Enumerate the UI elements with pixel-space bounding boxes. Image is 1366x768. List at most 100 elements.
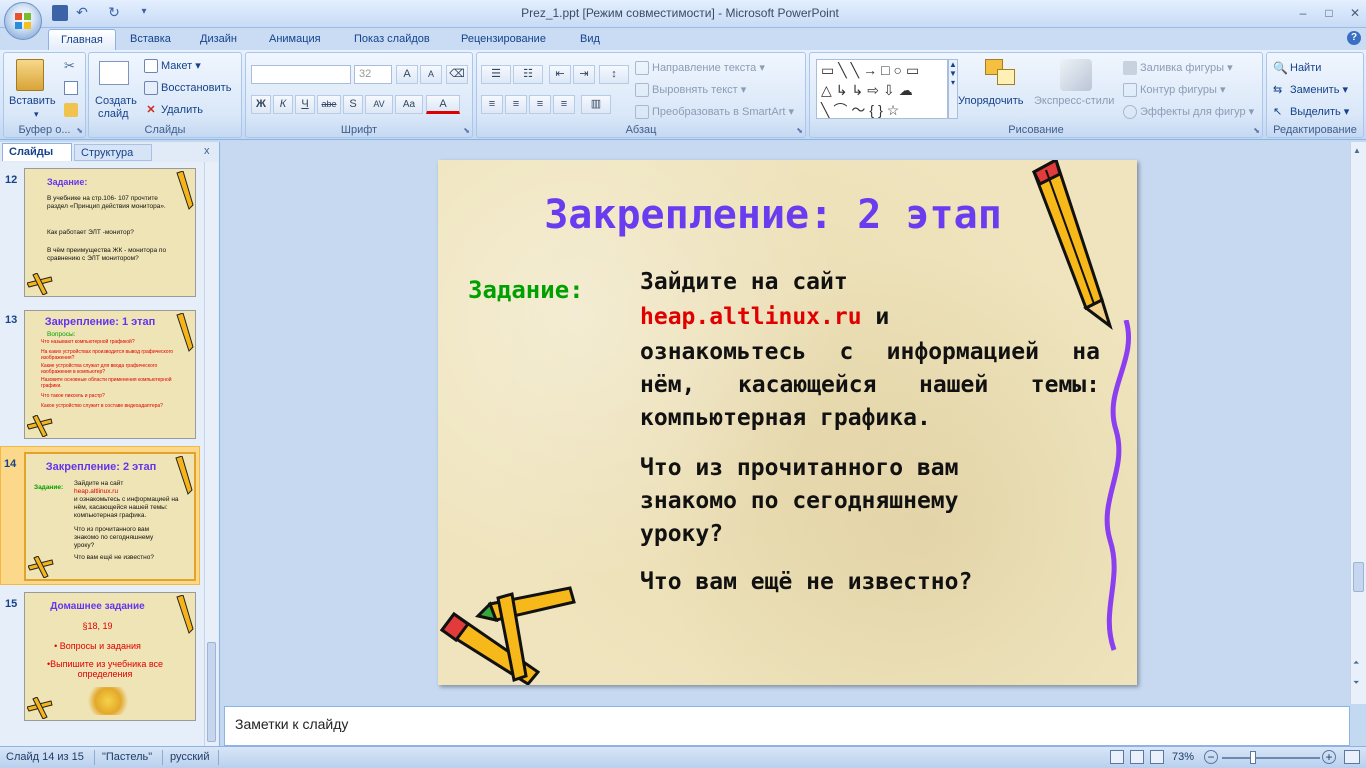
italic-button[interactable]: К — [273, 95, 293, 114]
zoom-level[interactable]: 73% — [1172, 751, 1194, 763]
office-button[interactable] — [4, 2, 42, 40]
justify-icon[interactable]: ≡ — [553, 95, 575, 114]
theme-name[interactable]: "Пастель" — [102, 751, 152, 763]
site-link[interactable]: heap.altlinux.ru — [640, 304, 862, 330]
tab-slideshow[interactable]: Показ слайдов — [342, 29, 442, 50]
zoom-out-icon[interactable]: − — [1204, 750, 1218, 764]
tab-animation[interactable]: Анимация — [257, 29, 333, 50]
task-label[interactable]: Задание: — [468, 276, 584, 304]
save-icon[interactable] — [52, 5, 68, 21]
cut-icon[interactable]: ✂ — [64, 59, 78, 73]
font-size-field[interactable]: 32 — [354, 65, 392, 84]
tab-review[interactable]: Рецензирование — [449, 29, 558, 50]
customize-qat-icon[interactable]: ▾ — [136, 5, 152, 21]
notes-pane[interactable]: Заметки к слайду — [224, 706, 1350, 746]
tab-outline[interactable]: Структура — [74, 144, 152, 161]
arrange-button[interactable]: Упорядочить — [958, 95, 1023, 107]
font-color-button[interactable]: A — [426, 95, 460, 114]
bold-button[interactable]: Ж — [251, 95, 271, 114]
body-line-3[interactable]: ознакомьтесь с информацией на нём, касаю… — [640, 336, 1100, 435]
slide-thumbnail-15[interactable]: Домашнее задание §18, 19 • Вопросы и зад… — [24, 592, 196, 721]
new-slide-button[interactable]: Создать — [95, 95, 137, 107]
slide-thumbnail-14[interactable]: Закрепление: 2 этап Задание: Зайдите на … — [24, 452, 196, 581]
dialog-launcher-icon[interactable]: ⬊ — [796, 126, 803, 135]
slide[interactable]: Закрепление: 2 этап Задание: Зайдите на … — [438, 160, 1137, 685]
format-painter-icon[interactable] — [64, 103, 78, 117]
shape-fill-button[interactable]: Заливка фигуры — [1140, 62, 1224, 74]
decrease-indent-icon[interactable]: ⇤ — [549, 65, 571, 84]
align-right-icon[interactable]: ≡ — [529, 95, 551, 114]
smartart-button[interactable]: Преобразовать в SmartArt — [652, 106, 785, 118]
normal-view-icon[interactable] — [1110, 750, 1124, 764]
numbering-icon[interactable]: ☷ — [513, 65, 543, 84]
shrink-font-button[interactable]: A — [420, 65, 442, 84]
paste-icon[interactable] — [16, 59, 44, 91]
pane-close-button[interactable]: x — [204, 145, 210, 157]
reset-button[interactable]: Восстановить — [161, 82, 231, 94]
layout-button[interactable]: Макет — [161, 60, 192, 72]
language[interactable]: русский — [170, 751, 209, 763]
slide-scrollbar[interactable]: ▲ ⏶ ⏷ — [1350, 142, 1366, 704]
align-text-button[interactable]: Выровнять текст — [652, 84, 738, 96]
next-slide-icon[interactable]: ⏷ — [1353, 678, 1359, 688]
paste-dropdown-icon[interactable]: ▾ — [34, 109, 39, 120]
grow-font-button[interactable]: A — [396, 65, 418, 84]
minimize-button[interactable]: – — [1290, 4, 1316, 22]
fit-slide-icon[interactable] — [1344, 750, 1360, 764]
change-case-button[interactable]: Aa — [395, 95, 423, 114]
slide-thumbnail-12[interactable]: Задание: В учебнике на стр.106- 107 проч… — [24, 168, 196, 297]
slide-title[interactable]: Закрепление: 2 этап — [438, 192, 1108, 238]
strikethrough-button[interactable]: abe — [317, 95, 341, 114]
tab-slides[interactable]: Слайды — [2, 143, 72, 161]
delete-button[interactable]: Удалить — [161, 104, 203, 116]
shape-outline-button[interactable]: Контур фигуры — [1140, 84, 1217, 96]
quick-styles-button[interactable]: Экспресс-стили — [1034, 95, 1114, 107]
line-spacing-icon[interactable]: ↕ — [599, 65, 629, 84]
shape-effects-button[interactable]: Эффекты для фигур — [1140, 106, 1246, 118]
find-button[interactable]: Найти — [1290, 62, 1321, 74]
tab-insert[interactable]: Вставка — [118, 29, 183, 50]
shadow-button[interactable]: S — [343, 95, 363, 114]
scroll-thumb[interactable] — [1353, 562, 1364, 592]
clear-format-icon[interactable]: ⌫ — [446, 65, 468, 84]
font-name-field[interactable] — [251, 65, 351, 84]
shapes-scroll[interactable]: ▲ ▼ ▾ — [948, 59, 958, 119]
dialog-launcher-icon[interactable]: ⬊ — [463, 126, 470, 135]
text-direction-button[interactable]: Направление текста — [652, 62, 756, 74]
scroll-thumb[interactable] — [207, 642, 216, 742]
slide-sorter-icon[interactable] — [1130, 750, 1144, 764]
arrange-icon[interactable] — [985, 59, 1019, 89]
help-icon[interactable]: ? — [1347, 31, 1361, 45]
shapes-gallery[interactable]: ▭╲╲→□○▭ △↳↳⇨⇩☁ ╲⌒〜{}☆ — [816, 59, 948, 119]
maximize-button[interactable]: □ — [1316, 4, 1342, 22]
scroll-up-icon[interactable]: ▲ — [1353, 146, 1361, 155]
align-left-icon[interactable]: ≡ — [481, 95, 503, 114]
redo-icon[interactable]: ↻ — [106, 5, 122, 21]
dialog-launcher-icon[interactable]: ⬊ — [76, 126, 83, 135]
question-2[interactable]: Что вам ещё не известно? — [640, 566, 1100, 599]
zoom-slider-thumb[interactable] — [1250, 751, 1256, 764]
undo-icon[interactable]: ↶ — [74, 5, 90, 21]
dialog-launcher-icon[interactable]: ⬊ — [1253, 126, 1260, 135]
close-button[interactable]: ✕ — [1342, 4, 1366, 22]
spacing-button[interactable]: AV — [365, 95, 393, 114]
bullets-icon[interactable]: ☰ — [481, 65, 511, 84]
quick-styles-icon[interactable] — [1060, 59, 1092, 91]
tab-view[interactable]: Вид — [568, 29, 612, 50]
question-1[interactable]: Что из прочитанного вам знакомо по сегод… — [640, 452, 1020, 551]
slide-thumbnail-13[interactable]: Закрепление: 1 этап Вопросы: Что называю… — [24, 310, 196, 439]
zoom-slider[interactable] — [1222, 757, 1320, 759]
tab-home[interactable]: Главная — [48, 29, 116, 50]
increase-indent-icon[interactable]: ⇥ — [573, 65, 595, 84]
new-slide-icon[interactable] — [99, 61, 129, 85]
prev-slide-icon[interactable]: ⏶ — [1353, 658, 1359, 668]
zoom-in-icon[interactable]: + — [1322, 750, 1336, 764]
new-slide-button-2[interactable]: слайд — [98, 108, 129, 120]
replace-button[interactable]: Заменить — [1290, 84, 1339, 96]
columns-icon[interactable]: ▥ — [581, 95, 611, 114]
align-center-icon[interactable]: ≡ — [505, 95, 527, 114]
copy-icon[interactable] — [64, 81, 78, 95]
slideshow-icon[interactable] — [1150, 750, 1164, 764]
underline-button[interactable]: Ч — [295, 95, 315, 114]
select-button[interactable]: Выделить — [1290, 106, 1341, 118]
